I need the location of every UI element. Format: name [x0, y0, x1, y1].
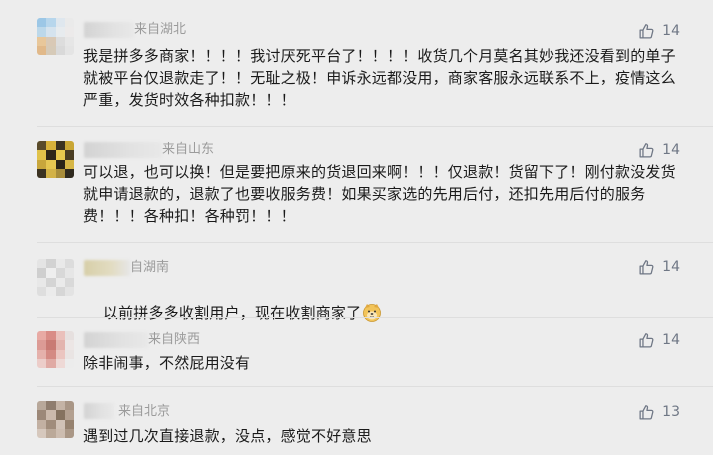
avatar[interactable]: [37, 18, 74, 55]
avatar[interactable]: [37, 401, 74, 438]
username-blurred[interactable]: [84, 260, 130, 276]
thumbs-up-icon: [639, 332, 654, 348]
like-count: 14: [662, 332, 680, 348]
divider: [37, 242, 713, 243]
comment-item: 来自湖北 14 我是拼多多商家！！！！我讨厌死平台了！！！！收货几个月莫名其妙我…: [0, 0, 713, 127]
like-button[interactable]: 13: [638, 403, 680, 421]
comment-item: 自湖南 14 以前拼多多收割用户，现在收割商家了: [0, 253, 713, 322]
avatar[interactable]: [37, 259, 74, 296]
comment-location: 自湖南: [130, 260, 170, 275]
thumbs-up-icon: [639, 259, 654, 275]
comment-text: 可以退，也可以换！但是要把原来的货退回来啊！！！仅退款！货留下了！刚付款没发货就…: [83, 163, 676, 225]
comment-item: 来自北京 13 遇到过几次直接退款，没点，感觉不好意思: [0, 387, 713, 455]
like-button[interactable]: 14: [638, 22, 680, 40]
divider: [37, 317, 713, 318]
like-button[interactable]: 14: [638, 331, 680, 349]
comment-location: 来自陕西: [148, 332, 201, 347]
comment-text: 除非闹事，不然屁用没有: [83, 354, 251, 372]
like-button[interactable]: 14: [638, 258, 680, 276]
like-count: 14: [662, 23, 680, 39]
avatar[interactable]: [37, 141, 74, 178]
thumbs-up-icon: [639, 404, 654, 420]
comment-location: 来自山东: [162, 142, 215, 157]
comment-text: 我是拼多多商家！！！！我讨厌死平台了！！！！收货几个月莫名其妙我还没看到的单子就…: [83, 47, 676, 109]
thumbs-up-icon: [639, 23, 654, 39]
comment-text: 遇到过几次直接退款，没点，感觉不好意思: [83, 427, 372, 445]
comment-item: 来自陕西 14 除非闹事，不然屁用没有: [0, 321, 713, 387]
like-count: 13: [662, 404, 680, 420]
username-blurred[interactable]: [84, 332, 148, 348]
comment-item: 来自山东 14 可以退，也可以换！但是要把原来的货退回来啊！！！仅退款！货留下了…: [0, 127, 713, 253]
comment-location: 来自湖北: [134, 22, 187, 37]
like-count: 14: [662, 259, 680, 275]
thumbs-up-icon: [639, 142, 654, 158]
like-count: 14: [662, 142, 680, 158]
comment-location: 来自北京: [118, 404, 171, 419]
username-blurred[interactable]: [84, 142, 162, 158]
avatar[interactable]: [37, 331, 74, 368]
username-blurred[interactable]: [84, 22, 134, 38]
like-button[interactable]: 14: [638, 141, 680, 159]
comment-text: 以前拼多多收割用户，现在收割商家了: [102, 304, 362, 322]
doge-emoji-icon: [362, 303, 382, 322]
username-blurred[interactable]: [84, 403, 114, 419]
